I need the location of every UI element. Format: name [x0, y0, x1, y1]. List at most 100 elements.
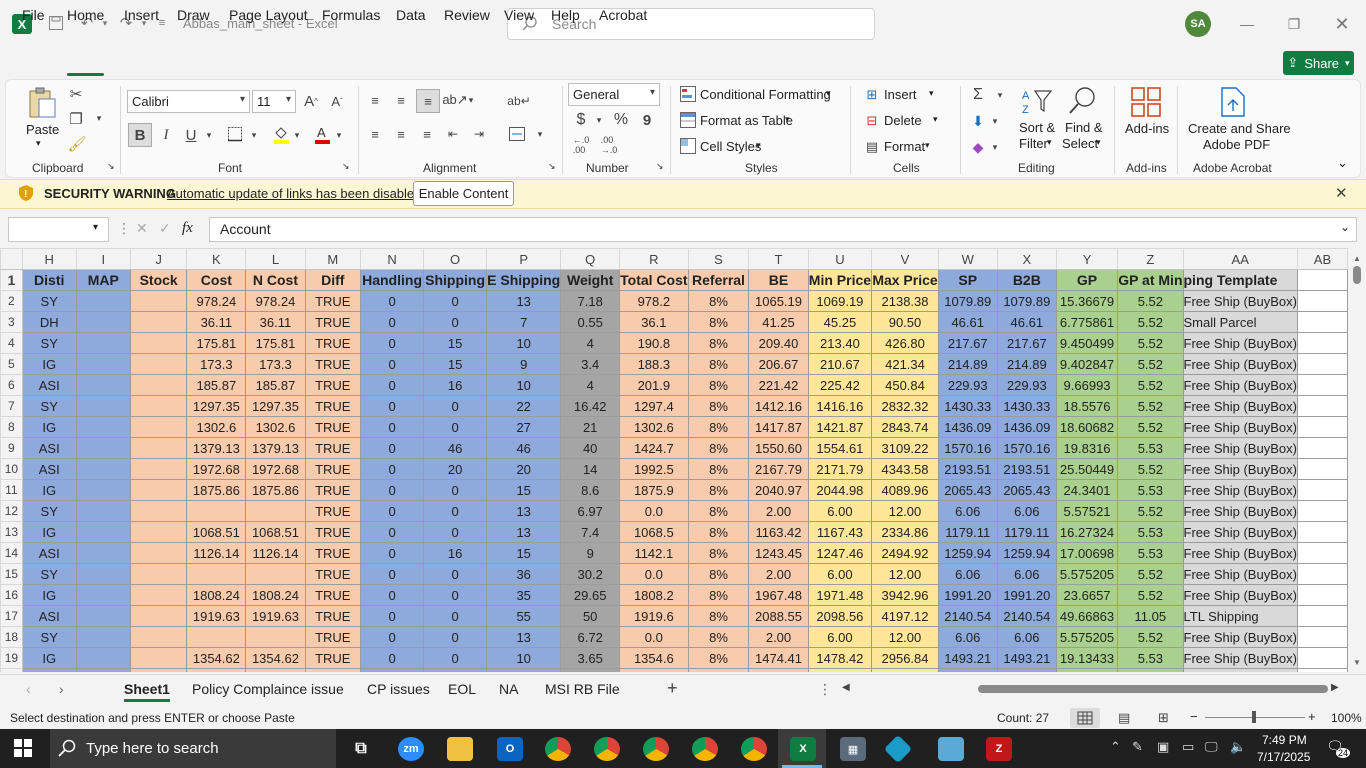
row-header[interactable]: 6 — [0, 374, 23, 396]
table-cell[interactable]: IG — [21, 416, 77, 438]
column-title-cell[interactable] — [1296, 269, 1348, 291]
add-ins-icon[interactable] — [1130, 86, 1162, 118]
row-header[interactable]: 11 — [0, 479, 23, 501]
table-cell[interactable]: IG — [21, 647, 77, 669]
borders-icon[interactable] — [226, 125, 244, 143]
table-cell[interactable] — [1296, 311, 1348, 333]
windows-start-icon[interactable] — [14, 739, 32, 760]
table-cell[interactable] — [129, 626, 188, 648]
create-pdf-icon[interactable] — [1218, 86, 1248, 118]
show-hidden-icons-icon[interactable]: ⌃ — [1110, 739, 1121, 755]
table-cell[interactable] — [75, 458, 131, 480]
table-cell[interactable]: 7 — [486, 311, 562, 333]
increase-font-icon[interactable]: A ^ — [302, 91, 320, 111]
column-header-q[interactable]: Q — [560, 248, 621, 270]
table-cell[interactable]: 9 — [560, 542, 621, 564]
cell-styles-icon[interactable] — [680, 138, 696, 154]
table-cell[interactable]: TRUE — [304, 416, 362, 438]
table-cell[interactable]: 12.00 — [871, 563, 939, 585]
chevron-down-icon[interactable]: ▾ — [785, 114, 790, 125]
row-header[interactable]: 10 — [0, 458, 23, 480]
table-cell[interactable] — [1296, 458, 1348, 480]
table-cell[interactable] — [75, 605, 131, 627]
table-cell[interactable]: LTL Shipping — [1182, 605, 1298, 627]
table-cell[interactable]: 0 — [423, 311, 488, 333]
table-cell[interactable]: 6.06 — [996, 500, 1057, 522]
tab-sheet1[interactable]: Sheet1 — [124, 681, 170, 702]
table-cell[interactable]: 4 — [560, 332, 621, 354]
sort-filter-label-2[interactable]: Filter — [1019, 136, 1048, 151]
table-cell[interactable]: 2140.54 — [996, 605, 1057, 627]
table-cell[interactable]: 8% — [687, 353, 750, 375]
row-header[interactable] — [0, 668, 23, 672]
table-cell[interactable]: 0 — [360, 479, 425, 501]
table-cell[interactable]: 0 — [360, 584, 425, 606]
table-cell[interactable] — [1296, 416, 1348, 438]
table-cell[interactable]: 9.402847 — [1055, 353, 1119, 375]
table-cell[interactable]: 213.40 — [807, 332, 873, 354]
table-cell[interactable]: 6.72 — [560, 626, 621, 648]
table-cell[interactable]: 6.00 — [807, 563, 873, 585]
cut-icon[interactable]: ✂ — [68, 86, 84, 103]
table-cell[interactable]: 1550.60 — [748, 437, 809, 459]
menu-data[interactable]: Data — [396, 7, 426, 23]
column-title-cell[interactable]: GP at Min — [1117, 269, 1184, 291]
table-cell[interactable]: 0 — [423, 395, 488, 417]
taskbar-search[interactable]: Type here to search — [50, 729, 336, 768]
table-cell[interactable]: 5.53 — [1117, 647, 1184, 669]
table-cell[interactable]: 9.450499 — [1055, 332, 1119, 354]
find-select-icon[interactable] — [1066, 86, 1100, 116]
table-cell[interactable]: 1354.62 — [186, 647, 247, 669]
table-cell[interactable] — [1296, 332, 1348, 354]
table-cell[interactable] — [75, 332, 131, 354]
table-cell[interactable]: Free Ship (BuyBox) — [1182, 500, 1298, 522]
table-cell[interactable]: 5.52 — [1117, 374, 1184, 396]
table-cell[interactable]: 5.53 — [1117, 542, 1184, 564]
table-cell[interactable]: 55 — [486, 605, 562, 627]
table-cell[interactable] — [245, 500, 306, 522]
table-cell[interactable] — [245, 626, 306, 648]
chevron-down-icon[interactable]: ▾ — [1096, 137, 1101, 148]
format-cells-label[interactable]: Format — [884, 139, 925, 154]
table-cell[interactable]: 8% — [687, 395, 750, 417]
table-cell[interactable]: SY — [21, 290, 77, 312]
delete-cells-icon[interactable]: ⊟ — [864, 113, 880, 129]
table-cell[interactable]: 13 — [486, 521, 562, 543]
table-cell[interactable]: 8.6 — [560, 479, 621, 501]
column-header-p[interactable]: P — [486, 248, 562, 270]
table-cell[interactable] — [75, 563, 131, 585]
column-title-cell[interactable]: Weight — [560, 269, 621, 291]
row-header[interactable]: 17 — [0, 605, 23, 627]
conditional-formatting-icon[interactable] — [680, 86, 696, 102]
table-cell[interactable] — [1296, 521, 1348, 543]
table-cell[interactable]: 1179.11 — [937, 521, 998, 543]
table-cell[interactable]: 4089.96 — [871, 479, 939, 501]
sort-filter-icon[interactable]: AZ — [1020, 86, 1054, 116]
table-cell[interactable]: 1068.5 — [619, 521, 689, 543]
tab-policy-complaince-issue[interactable]: Policy Complaince issue — [192, 681, 344, 697]
row-header[interactable]: 13 — [0, 521, 23, 543]
table-cell[interactable] — [129, 374, 188, 396]
table-cell[interactable]: 1919.63 — [186, 605, 247, 627]
table-cell[interactable]: 2044.98 — [807, 479, 873, 501]
table-cell[interactable]: 2138.38 — [871, 290, 939, 312]
table-cell[interactable]: 13 — [486, 626, 562, 648]
table-cell[interactable] — [129, 542, 188, 564]
page-layout-view-icon[interactable]: ▤ — [1118, 710, 1130, 726]
table-cell[interactable] — [129, 584, 188, 606]
table-cell[interactable]: 0 — [360, 290, 425, 312]
chevron-down-icon[interactable]: ▾ — [925, 140, 930, 151]
select-all-corner[interactable] — [0, 248, 23, 270]
table-cell[interactable] — [75, 290, 131, 312]
table-cell[interactable]: 3.4 — [560, 353, 621, 375]
table-cell[interactable]: 0 — [360, 332, 425, 354]
chevron-down-icon[interactable]: ▾ — [756, 140, 761, 151]
format-cells-icon[interactable]: ▤ — [864, 139, 880, 155]
create-pdf-label-2[interactable]: Adobe PDF — [1203, 137, 1270, 152]
close-warning-icon[interactable]: ✕ — [1335, 184, 1348, 202]
table-cell[interactable]: 1875.86 — [186, 479, 247, 501]
table-cell[interactable]: 217.67 — [996, 332, 1057, 354]
table-cell[interactable] — [75, 353, 131, 375]
table-cell[interactable] — [687, 668, 750, 672]
table-cell[interactable]: 8% — [687, 437, 750, 459]
